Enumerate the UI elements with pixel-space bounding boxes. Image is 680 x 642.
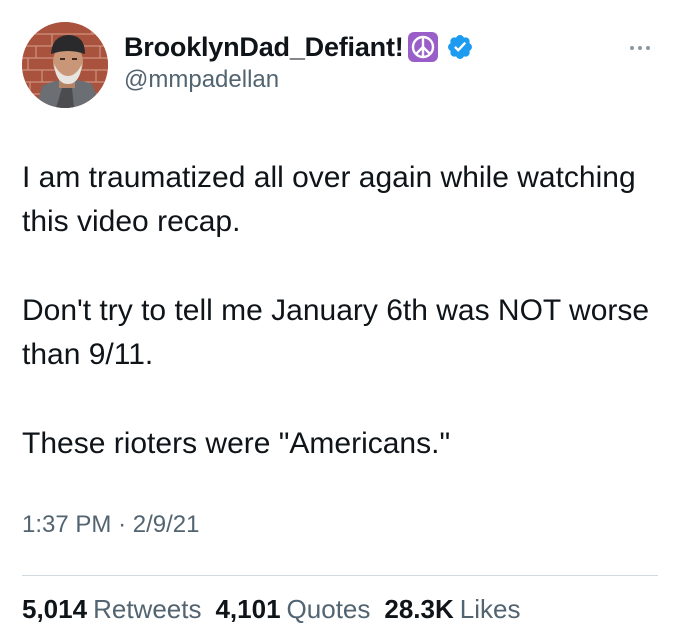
peace-symbol-icon [407,32,438,62]
engagement-stats: 5,014 Retweets 4,101 Quotes 28.3K Likes [22,594,520,625]
more-options-button[interactable] [622,38,658,58]
tweet-body: I am traumatized all over again while wa… [22,156,652,466]
user-handle[interactable]: @mmpadellan [124,66,474,94]
verified-badge-icon [446,33,474,61]
tweet-paragraph: I am traumatized all over again while wa… [22,161,636,238]
author-block: BrooklynDad_Defiant! @mmpadellan [124,28,474,94]
quotes-stat[interactable]: 4,101 Quotes [215,594,370,625]
avatar-photo [22,22,108,108]
tweet-paragraph: These rioters were "Americans." [22,427,451,460]
display-name[interactable]: BrooklynDad_Defiant! [124,32,404,63]
likes-count: 28.3K [384,594,454,624]
tweet-paragraph: Don't try to tell me January 6th was NOT… [22,294,650,371]
divider [22,575,658,576]
tweet-time: 1:37 PM [22,511,112,538]
more-dot-icon [630,46,634,50]
likes-stat[interactable]: 28.3K Likes [384,594,520,625]
name-row: BrooklynDad_Defiant! [124,28,474,66]
more-dot-icon [638,46,642,50]
avatar[interactable] [22,22,108,108]
tweet-date: 2/9/21 [132,511,200,538]
tweet-timestamp[interactable]: 1:37 PM · 2/9/21 [22,511,199,539]
timestamp-separator: · [118,511,127,538]
quotes-label: Quotes [286,594,371,624]
retweets-count: 5,014 [22,594,88,624]
quotes-count: 4,101 [215,594,281,624]
retweets-stat[interactable]: 5,014 Retweets [22,594,201,625]
retweets-label: Retweets [93,594,202,624]
tweet-card: BrooklynDad_Defiant! @mmpadellan I am tr… [0,0,680,642]
likes-label: Likes [459,594,521,624]
more-dot-icon [646,46,650,50]
